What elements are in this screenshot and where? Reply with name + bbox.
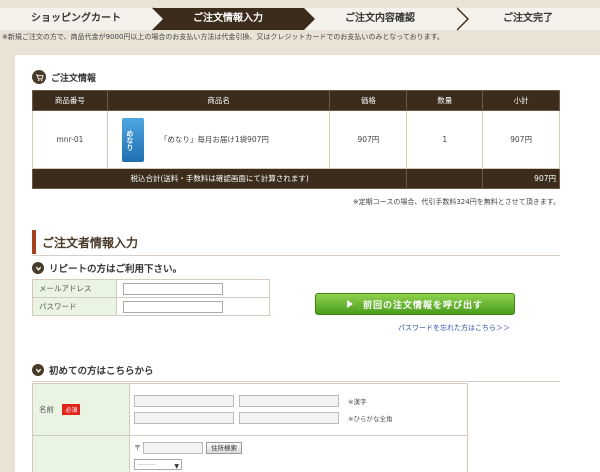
prefecture-placeholder: -------- [138, 460, 156, 468]
orderer-title: ご注文者情報入力 [42, 235, 139, 250]
forgot-password-link[interactable]: パスワードを忘れた方はこちら＞＞ [398, 323, 510, 333]
email-field[interactable] [123, 282, 223, 295]
first-time-heading: 初めての方はこちらから [32, 363, 154, 377]
step-cart: ショッピングカート [0, 7, 165, 31]
product-name: 「めなり」毎月お届け1袋907円 [159, 135, 269, 144]
orderer-heading: ご注文者情報入力 [32, 229, 138, 255]
step-order-confirm-label: ご注文内容確認 [345, 13, 415, 24]
chevron-down-icon [32, 364, 44, 376]
regular-course-note: ※定期コースの場合、代引手数料324円を無料とさせて頂きます。 [352, 198, 560, 206]
chevron-down-icon: ▼ [174, 462, 179, 470]
name-label: 名前 [39, 405, 54, 414]
address-label-cell [32, 435, 130, 472]
first-time-title: 初めての方はこちらから [49, 366, 154, 377]
play-icon [346, 300, 353, 308]
address-search-button[interactable]: 住所検索 [206, 441, 242, 454]
product-name-cell: めなり 「めなり」毎月お届け1袋907円 [106, 110, 331, 169]
chevron-down-icon [32, 262, 44, 274]
order-table: 商品番号 商品名 価格 数量 小計 mnr-01 めなり 「めなり」毎月お届け1… [31, 90, 560, 189]
order-table-header: 商品番号 商品名 価格 数量 小計 [32, 90, 560, 111]
password-label: パスワード [32, 297, 117, 316]
name-label-cell: 名前 必須 [32, 383, 130, 436]
prefecture-select[interactable]: -------- ▼ [134, 458, 182, 470]
zip-mark: 〒 [134, 443, 141, 452]
email-label: メールアドレス [32, 279, 117, 298]
payment-notice: ※新規ご注文の方で、商品代金が9000円以上の場合のお支払い方法は代金引換、又は… [2, 33, 444, 41]
product-image: めなり [121, 117, 144, 162]
total-label: 税込合計(送料・手数料は確認画面にて計算されます) [31, 168, 408, 189]
kana-hint: ※ひらがな全角 [348, 415, 393, 423]
required-badge: 必須 [62, 404, 81, 415]
last-name-kana-input[interactable] [134, 412, 234, 424]
order-total-row: 税込合計(送料・手数料は確認画面にて計算されます) 907円 [31, 168, 560, 189]
new-customer-form: 名前 必須 ※漢字 ※ひらがな全角 〒 住所検索 -------- ▼ [32, 383, 468, 472]
order-info-title: ご注文情報 [51, 73, 97, 84]
first-name-kana-input[interactable] [239, 412, 339, 424]
step-order-input: ご注文情報入力 [152, 8, 315, 30]
password-field[interactable] [123, 300, 223, 313]
col-name: 商品名 [106, 90, 331, 111]
table-row: mnr-01 めなり 「めなり」毎月お届け1袋907円 907円 1 907円 [32, 110, 560, 169]
load-previous-order-button[interactable]: 前回の注文情報を呼び出す [315, 293, 515, 315]
first-name-kanji-input[interactable] [239, 395, 339, 407]
order-info-heading: ご注文情報 [32, 70, 96, 84]
main-panel: ご注文情報 商品番号 商品名 価格 数量 小計 mnr-01 めなり 「めなり」… [15, 55, 600, 472]
step-order-input-label: ご注文情報入力 [193, 13, 263, 24]
step-cart-label: ショッピングカート [31, 13, 121, 24]
col-subtotal: 小計 [482, 90, 560, 111]
repeat-heading: リピートの方はご利用下さい。 [32, 261, 182, 275]
zip-input[interactable] [143, 441, 203, 454]
kanji-hint: ※漢字 [348, 398, 367, 406]
product-qty: 1 [406, 110, 484, 169]
product-code: mnr-01 [32, 110, 108, 169]
load-previous-order-label: 前回の注文情報を呼び出す [362, 300, 483, 311]
col-price: 価格 [329, 90, 408, 111]
checkout-steps: ショッピングカート ご注文情報入力 ご注文内容確認 ご注文完了 [0, 7, 600, 31]
last-name-kanji-input[interactable] [134, 395, 234, 407]
product-subtotal: 907円 [482, 110, 560, 169]
login-table: メールアドレス パスワード [32, 279, 270, 316]
step-order-complete: ご注文完了 [456, 8, 600, 30]
step-order-confirm: ご注文内容確認 [304, 7, 469, 31]
cart-icon [32, 70, 46, 84]
step-order-complete-label: ご注文完了 [503, 13, 553, 24]
total-value: 907円 [482, 168, 560, 189]
repeat-title: リピートの方はご利用下さい。 [49, 264, 183, 275]
col-qty: 数量 [406, 90, 484, 111]
product-price: 907円 [329, 110, 408, 169]
col-code: 商品番号 [32, 90, 108, 111]
